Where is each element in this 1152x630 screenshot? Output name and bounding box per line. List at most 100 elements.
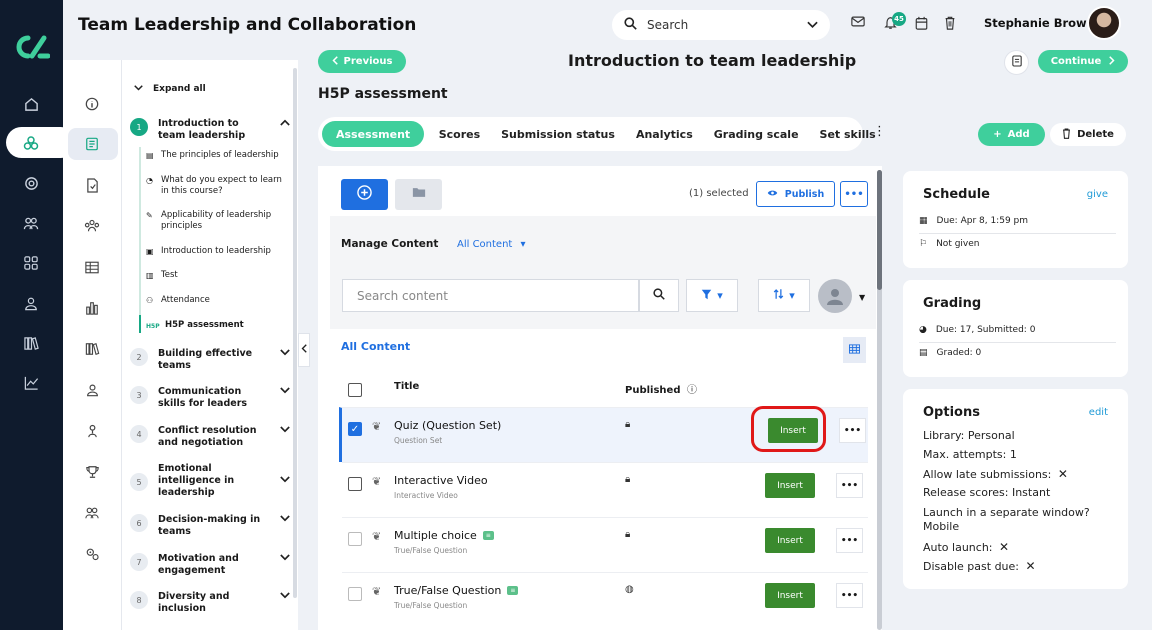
expand-all-toggle[interactable]: Expand all [134, 84, 206, 94]
insert-button[interactable]: Insert [765, 583, 815, 608]
table-row[interactable]: ❦ Multiple choice ≡ True/False Question 🔒… [342, 517, 868, 572]
row-title[interactable]: Quiz (Question Set) [394, 419, 501, 432]
table-row[interactable]: ❦ Interactive Video Interactive Video 🔒︎… [342, 462, 868, 517]
chevron-down-icon[interactable] [280, 553, 290, 564]
module-6[interactable]: 6 Decision-making in teams [130, 514, 290, 538]
app-logo[interactable] [10, 32, 51, 62]
more-vertical-icon[interactable]: ⋮ [873, 124, 886, 139]
lesson-item[interactable]: ▥ Test [146, 270, 291, 281]
content-scrollbar-thumb[interactable] [877, 170, 882, 290]
row-checkbox[interactable]: ✓ [348, 422, 362, 436]
profile-icon[interactable] [18, 290, 44, 316]
row-title[interactable]: Multiple choice ≡ [394, 529, 494, 542]
lesson-item[interactable]: ▣ Introduction to leadership [146, 246, 291, 257]
lesson-item[interactable]: ✎ Applicability of leadership principles [146, 210, 291, 232]
insert-button[interactable]: Insert [765, 473, 815, 498]
select-all-checkbox[interactable] [348, 383, 362, 397]
publish-button[interactable]: Publish [756, 181, 835, 207]
chevron-down-icon[interactable] [280, 475, 290, 486]
chevron-up-icon[interactable] [280, 118, 290, 129]
row-title[interactable]: True/False Question ≡ [394, 584, 519, 597]
tab-scores[interactable]: Scores [428, 128, 490, 141]
module-4[interactable]: 4 Conflict resolution and negotiation [130, 425, 290, 449]
books-icon[interactable] [81, 338, 103, 360]
delete-button[interactable]: Delete [1050, 123, 1126, 146]
insert-button[interactable]: Insert [765, 528, 815, 553]
person-icon[interactable] [81, 379, 103, 401]
row-checkbox[interactable] [348, 587, 362, 601]
content-filter-dropdown[interactable]: All Content ▾ [457, 239, 526, 250]
mail-icon[interactable] [851, 16, 865, 31]
add-button[interactable]: + Add [978, 123, 1045, 146]
row-checkbox[interactable] [348, 477, 362, 491]
module-5[interactable]: 5 Emotional intelligence in leadership [130, 463, 290, 499]
trash-icon[interactable] [944, 16, 956, 34]
chevron-down-icon[interactable] [280, 348, 290, 359]
chevron-down-icon[interactable] [280, 386, 290, 397]
row-more-button[interactable]: ••• [836, 473, 863, 498]
analytics-icon[interactable] [18, 370, 44, 396]
settings-icon[interactable] [81, 543, 103, 565]
row-more-button[interactable]: ••• [836, 528, 863, 553]
user-name[interactable]: Stephanie Brown [984, 16, 1095, 30]
outline-scrollbar[interactable] [293, 68, 297, 598]
tab-analytics[interactable]: Analytics [625, 128, 703, 141]
chevron-down-icon[interactable] [280, 425, 290, 436]
org-icon[interactable] [81, 420, 103, 442]
chevron-down-icon[interactable] [280, 514, 290, 525]
notes-button[interactable] [1004, 50, 1029, 75]
previous-button[interactable]: Previous [318, 50, 406, 73]
tab-submission-status[interactable]: Submission status [491, 128, 626, 141]
home-icon[interactable] [18, 91, 44, 117]
lesson-item-current[interactable]: H5P H5P assessment [146, 320, 291, 332]
group-icon[interactable] [81, 215, 103, 237]
calendar-icon[interactable] [915, 16, 928, 34]
grid-view-button[interactable] [843, 337, 866, 363]
table-icon[interactable] [81, 256, 103, 278]
lesson-item[interactable]: ◔ What do you expect to learn in this co… [146, 175, 291, 197]
grid-icon[interactable] [18, 250, 44, 276]
target-icon[interactable] [18, 170, 44, 196]
row-title[interactable]: Interactive Video [394, 474, 488, 487]
file-icon[interactable] [81, 174, 103, 196]
team-icon[interactable] [81, 502, 103, 524]
content-search-input[interactable]: Search content [342, 279, 639, 312]
more-actions-button[interactable]: ••• [840, 181, 868, 207]
lesson-item[interactable]: ▤ The principles of leadership [146, 150, 291, 161]
create-content-button[interactable] [341, 179, 388, 210]
give-link[interactable]: give [1087, 189, 1108, 200]
module-3[interactable]: 3 Communication skills for leaders [130, 386, 290, 410]
filter-button[interactable]: ▾ [686, 279, 738, 312]
table-row[interactable]: ❦ True/False Question ≡ True/False Questi… [342, 572, 868, 627]
edit-link[interactable]: edit [1089, 407, 1108, 418]
lesson-item[interactable]: ⚇ Attendance [146, 295, 291, 306]
continue-button[interactable]: Continue [1038, 50, 1128, 73]
row-checkbox[interactable] [348, 532, 362, 546]
folder-button[interactable] [395, 179, 442, 210]
module-8[interactable]: 8 Diversity and inclusion [130, 591, 290, 615]
tab-assessment[interactable]: Assessment [322, 121, 425, 147]
avatar[interactable] [1087, 6, 1121, 40]
info-icon[interactable] [81, 93, 103, 115]
sort-button[interactable]: ▾ [758, 279, 810, 312]
global-search[interactable]: Search [612, 10, 830, 40]
users-icon[interactable] [18, 210, 44, 236]
lessons-icon[interactable] [81, 133, 103, 155]
search-button[interactable] [639, 279, 679, 312]
trophy-icon[interactable] [81, 461, 103, 483]
collapse-outline-button[interactable] [298, 333, 310, 367]
module-1[interactable]: 1 Introduction to team leadership [130, 118, 290, 142]
user-filter-avatar[interactable] [818, 279, 852, 313]
chevron-down-icon[interactable] [807, 19, 818, 32]
bar-chart-icon[interactable] [81, 297, 103, 319]
caret-down-icon[interactable]: ▼ [859, 293, 865, 302]
courses-icon[interactable] [18, 130, 44, 156]
row-more-button[interactable]: ••• [836, 583, 863, 608]
library-icon[interactable] [18, 330, 44, 356]
chevron-down-icon[interactable] [280, 591, 290, 602]
module-7[interactable]: 7 Motivation and engagement [130, 553, 290, 577]
tab-grading-scale[interactable]: Grading scale [703, 128, 809, 141]
row-more-button[interactable]: ••• [839, 418, 866, 443]
module-2[interactable]: 2 Building effective teams [130, 348, 290, 372]
column-header-published[interactable]: Published ⓘ [625, 381, 697, 396]
